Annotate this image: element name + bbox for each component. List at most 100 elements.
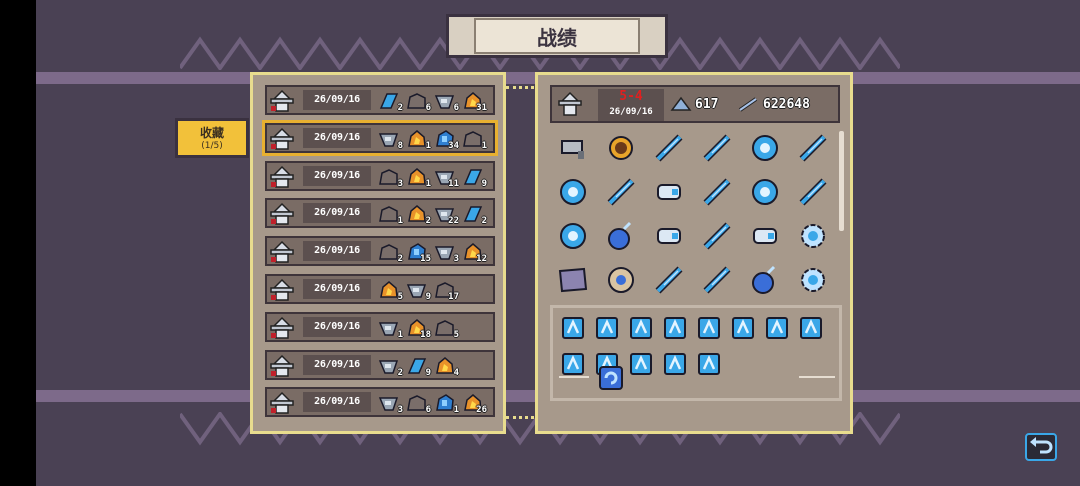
heart-shield-buff-icon[interactable] <box>695 314 723 342</box>
blue-orb-icon[interactable] <box>748 131 782 165</box>
home-buff-icon[interactable] <box>695 350 723 378</box>
iron-ore-icon: 3 <box>433 241 459 264</box>
blue-sword-icon[interactable] <box>796 131 830 165</box>
gun-barrel-icon[interactable] <box>556 131 590 165</box>
material-count: 17 <box>448 292 459 302</box>
map-scroll-icon[interactable] <box>556 263 590 297</box>
run-date: 26/09/16 <box>303 90 371 110</box>
blue-claws-icon[interactable] <box>604 175 638 209</box>
blue-bomb-icon[interactable] <box>748 263 782 297</box>
buff-panel <box>550 305 842 401</box>
weapon-grid <box>556 131 827 307</box>
run-row[interactable]: 26/09/16 1 2 22 2 <box>265 198 495 229</box>
material-count: 18 <box>420 329 431 340</box>
material-count: 1 <box>397 329 403 340</box>
iron-ore-icon: 22 <box>433 203 459 226</box>
blue-gear-icon[interactable] <box>796 263 830 297</box>
run-date: 26/09/16 <box>303 165 371 186</box>
blue-staff-icon[interactable] <box>700 263 734 297</box>
blue-feather-icon[interactable] <box>652 131 686 165</box>
material-count: 4 <box>453 367 459 378</box>
material-count: 2 <box>397 103 403 113</box>
material-list: 2 6 6 31 <box>377 90 487 113</box>
iron-ore-icon: 6 <box>433 90 459 113</box>
gold-shield-icon[interactable] <box>604 131 638 165</box>
lightning-buff-icon[interactable] <box>559 314 587 342</box>
iron-ore-icon: 3 <box>377 392 403 416</box>
blue-shield-orb-icon[interactable] <box>556 219 590 253</box>
run-row[interactable]: 26/09/16 5 9 17 <box>265 274 495 304</box>
run-row[interactable]: 26/09/16 8 1 34 1 <box>262 119 498 156</box>
material-count: 5 <box>453 329 459 340</box>
fire-ore-icon: 2 <box>405 203 431 227</box>
scroll-buff-icon[interactable] <box>729 314 757 342</box>
blue-staff-icon[interactable] <box>796 175 830 209</box>
run-row[interactable]: 26/09/16 3 1 11 9 <box>265 160 495 191</box>
blue-gauntlet-icon[interactable] <box>652 175 686 209</box>
run-row[interactable]: 26/09/16 2 15 3 12 <box>265 236 495 267</box>
blue-boomerang-icon[interactable] <box>700 175 734 209</box>
blue-gauntlet-icon[interactable] <box>748 219 782 253</box>
wizard-avatar-icon <box>270 203 294 226</box>
fire-ore-icon: 1 <box>405 166 431 189</box>
fire-ore-icon: 4 <box>433 355 459 378</box>
stat-b-value: 622648 <box>763 96 810 112</box>
run-date: 26/09/16 <box>303 241 371 262</box>
wizard-avatar-icon <box>270 354 294 377</box>
iron-ore-icon: 8 <box>377 128 403 151</box>
fire-ore-icon: 18 <box>405 317 431 340</box>
blue-bomb-icon[interactable] <box>604 219 638 253</box>
ring-buff-icon[interactable] <box>627 350 655 378</box>
scatter-buff-icon[interactable] <box>661 314 689 342</box>
material-count: 2 <box>425 216 431 227</box>
run-history-list[interactable]: 26/09/16 2 6 6 31 26/09/16 8 1 34 1 26/09/16 3 1 11 9 2… <box>250 72 506 434</box>
material-count: 3 <box>397 405 403 416</box>
stone-icon: 3 <box>377 166 403 189</box>
crossed-arrows-buff-icon[interactable] <box>559 350 587 378</box>
material-count: 9 <box>481 178 487 189</box>
blue-gear-icon[interactable] <box>796 219 830 253</box>
material-count: 8 <box>397 140 403 151</box>
armor-buff-icon[interactable] <box>627 314 655 342</box>
blue-shield-orb-icon[interactable] <box>556 175 590 209</box>
hat-stat-icon <box>670 96 692 111</box>
fire-ore-icon: 5 <box>377 279 403 302</box>
blue-gauntlet-icon[interactable] <box>652 219 686 253</box>
weapon-grid-scrollbar[interactable] <box>839 131 844 231</box>
iron-ore-icon: 9 <box>405 279 431 302</box>
favorites-tab[interactable]: 收藏 (1/5) <box>175 118 249 158</box>
run-row[interactable]: 26/09/16 2 9 4 <box>265 349 495 380</box>
stone-icon: 1 <box>377 203 403 227</box>
blue-crystal-blade-icon[interactable] <box>700 131 734 165</box>
run-date: 26/09/16 <box>303 279 371 299</box>
double-heart-buff-icon[interactable] <box>763 314 791 342</box>
stat-b: 622648 <box>738 93 810 115</box>
back-button[interactable] <box>1024 432 1058 462</box>
blue-ore-icon: 15 <box>405 241 431 264</box>
favorites-tab-label: 收藏 <box>199 126 224 140</box>
blue-sword-icon[interactable] <box>652 263 686 297</box>
run-row[interactable]: 26/09/16 3 6 1 26 <box>265 387 495 418</box>
target-shield-icon[interactable] <box>604 263 638 297</box>
material-count: 12 <box>476 254 487 265</box>
wizard-avatar-icon <box>270 127 294 150</box>
material-count: 2 <box>397 254 403 265</box>
blue-orb-icon[interactable] <box>748 175 782 209</box>
shield-square-buff-icon[interactable] <box>593 314 621 342</box>
blue-swirl-icon[interactable] <box>597 364 625 392</box>
run-row[interactable]: 26/09/16 1 18 5 <box>265 311 495 342</box>
material-count: 6 <box>425 103 431 113</box>
wizard-avatar-icon <box>270 165 294 188</box>
run-row[interactable]: 26/09/16 2 6 6 31 <box>265 85 495 115</box>
run-detail-panel: 5-4 26/09/16 617 622648 <box>535 72 853 434</box>
blue-nunchaku-icon[interactable] <box>700 219 734 253</box>
stone-icon: 5 <box>433 317 459 340</box>
arrow-right-buff-icon[interactable] <box>661 350 689 378</box>
blue-crystal-icon: 9 <box>405 355 431 378</box>
material-count: 11 <box>448 178 459 189</box>
material-count: 1 <box>481 140 487 151</box>
fist-buff-icon[interactable] <box>797 314 825 342</box>
run-date: 26/09/16 <box>303 203 371 224</box>
material-count: 1 <box>397 216 403 227</box>
material-count: 9 <box>425 367 431 378</box>
